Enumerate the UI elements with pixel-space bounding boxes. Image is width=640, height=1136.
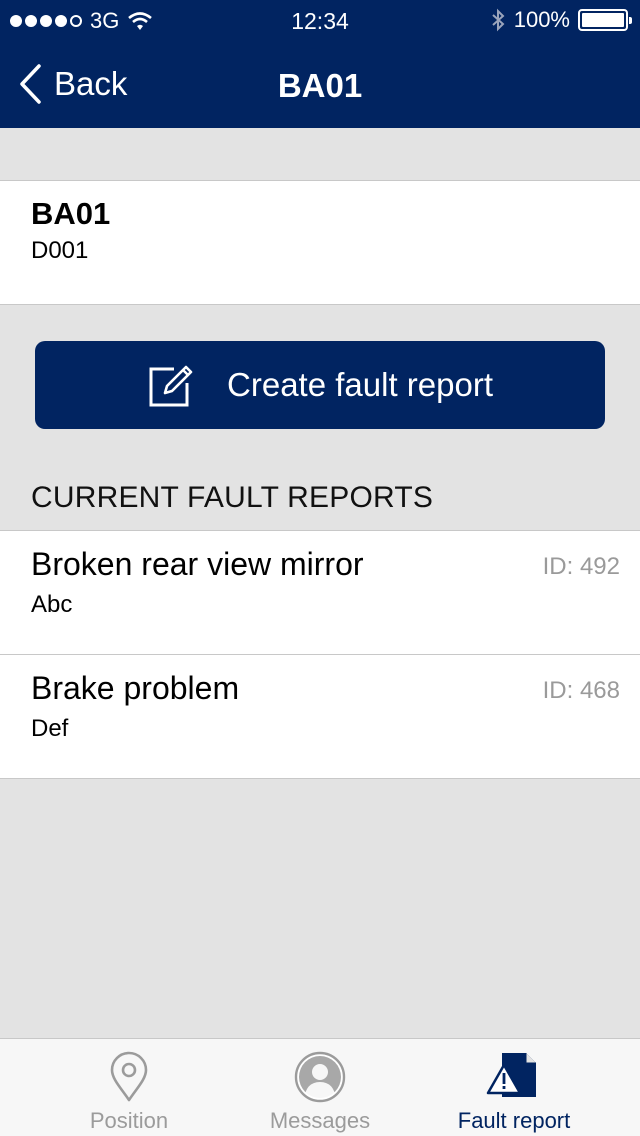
- tab-messages[interactable]: Messages: [220, 1039, 420, 1136]
- section-header: CURRENT FAULT REPORTS: [31, 481, 434, 514]
- battery-percent: 100%: [513, 7, 570, 32]
- tab-label: Position: [89, 1108, 169, 1133]
- person-icon: [294, 1051, 346, 1103]
- report-id: ID: 468: [542, 677, 620, 704]
- chevron-left-icon: [20, 64, 41, 104]
- status-bar: 3G 12:34 100%: [0, 0, 640, 40]
- tab-label: Fault report: [457, 1108, 571, 1133]
- report-subtitle: Def: [31, 715, 69, 742]
- back-button[interactable]: Back: [18, 64, 127, 104]
- create-fault-report-label: Create fault report: [227, 366, 493, 403]
- location-pin-icon: [110, 1051, 148, 1102]
- back-label: Back: [54, 65, 128, 102]
- battery-icon: [578, 9, 632, 31]
- report-title: Broken rear view mirror: [31, 546, 364, 582]
- tab-position[interactable]: Position: [29, 1039, 229, 1136]
- status-right: 100%: [490, 7, 632, 33]
- create-fault-report-button[interactable]: Create fault report: [35, 341, 605, 429]
- navigation-bar: Back BA01: [0, 40, 640, 128]
- report-subtitle: Abc: [31, 591, 73, 618]
- tab-fault-report[interactable]: Fault report: [414, 1039, 614, 1136]
- warning-document-icon: [486, 1053, 536, 1097]
- bluetooth-icon: [492, 8, 505, 32]
- top-bar: 3G 12:34 100% Back BA01: [0, 0, 640, 128]
- tab-label: Messages: [269, 1108, 371, 1133]
- tab-bar: Position Messages Fault report: [0, 1038, 640, 1136]
- list-item[interactable]: Brake problem Def ID: 468: [0, 655, 640, 779]
- edit-icon: [149, 365, 193, 407]
- report-title: Brake problem: [31, 670, 240, 706]
- fault-report-list: Broken rear view mirror Abc ID: 492 Brak…: [0, 530, 640, 779]
- vehicle-name: BA01: [31, 196, 111, 231]
- vehicle-code: D001: [31, 237, 89, 264]
- vehicle-card: BA01 D001: [0, 180, 640, 305]
- report-id: ID: 492: [542, 553, 620, 580]
- list-item[interactable]: Broken rear view mirror Abc ID: 492: [0, 531, 640, 655]
